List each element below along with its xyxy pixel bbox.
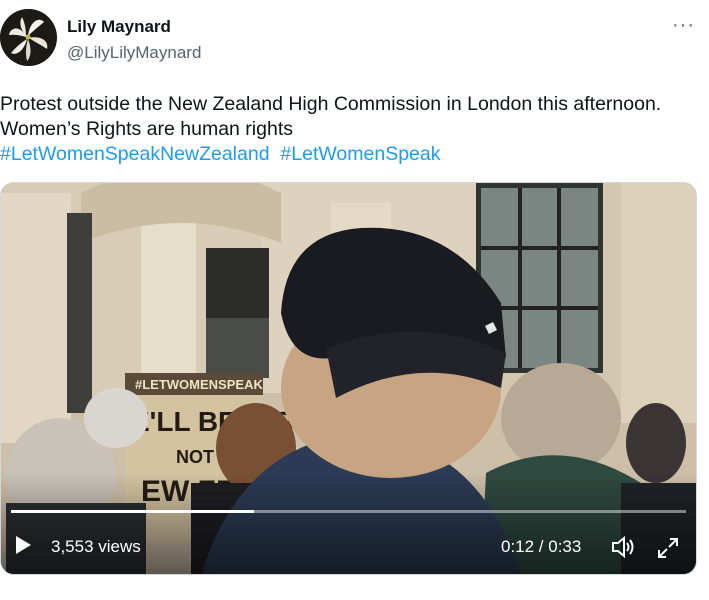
volume-icon[interactable] (611, 535, 635, 563)
video-time: 0:12 / 0:33 (501, 537, 582, 556)
hashtag-link[interactable]: #LetWomenSpeak (280, 143, 440, 165)
tweet-text: Protest outside the New Zealand High Com… (0, 92, 700, 167)
progress-bar[interactable] (11, 510, 686, 513)
more-icon[interactable]: ··· (672, 14, 695, 37)
svg-text:#LETWOMENSPEAK: #LETWOMENSPEAK (135, 377, 263, 392)
avatar[interactable] (0, 9, 57, 66)
lily-flower-image (0, 9, 56, 65)
author-name[interactable]: Lily Maynard (67, 17, 171, 37)
author-handle[interactable]: @LilyLilyMaynard (67, 43, 201, 63)
tweet-body: Protest outside the New Zealand High Com… (0, 93, 662, 140)
video-frame: #LETWOMENSPEAK E'LL BE RIG NOT IN EW ZE (1, 183, 696, 574)
video-player[interactable]: #LETWOMENSPEAK E'LL BE RIG NOT IN EW ZE (0, 182, 697, 575)
view-count: 3,553 views (51, 537, 141, 556)
play-icon[interactable] (14, 535, 32, 560)
hashtag-link[interactable]: #LetWomenSpeakNewZealand (0, 143, 270, 165)
progress-fill (11, 510, 254, 513)
fullscreen-icon[interactable] (657, 537, 679, 564)
